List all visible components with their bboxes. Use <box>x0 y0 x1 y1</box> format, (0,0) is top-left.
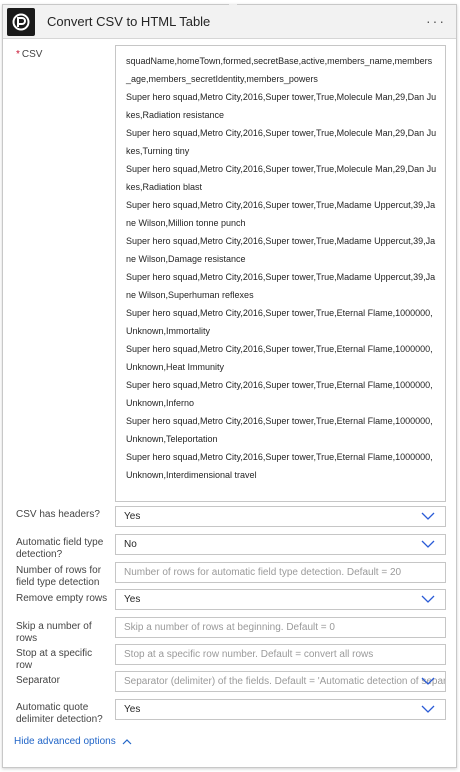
hide-advanced-options-label: Hide advanced options <box>14 736 116 747</box>
required-marker: * <box>16 49 20 60</box>
csv-line: Super hero squad,Metro City,2016,Super t… <box>126 128 437 156</box>
chevron-down-icon <box>421 705 435 713</box>
csv-line: Super hero squad,Metro City,2016,Super t… <box>126 272 436 300</box>
skip-rows-label: Skip a number of rows <box>16 621 92 644</box>
csv-input[interactable]: squadName,homeTown,formed,secretBase,act… <box>115 45 446 502</box>
chevron-down-icon <box>421 540 435 548</box>
connector-logo-icon <box>7 7 35 36</box>
remove-empty-rows-select[interactable]: Yes <box>115 589 446 610</box>
stop-at-row-input[interactable]: Stop at a specific row number. Default =… <box>115 644 446 665</box>
csv-line: Super hero squad,Metro City,2016,Super t… <box>126 344 433 372</box>
rows-for-detection-input[interactable]: Number of rows for automatic field type … <box>115 562 446 583</box>
csv-line: squadName,homeTown,formed,secretBase,act… <box>126 56 433 84</box>
csv-line: Super hero squad,Metro City,2016,Super t… <box>126 308 433 336</box>
chevron-down-icon <box>421 677 435 685</box>
chevron-down-icon <box>421 595 435 603</box>
csv-line: Super hero squad,Metro City,2016,Super t… <box>126 200 436 228</box>
stop-at-row-label: Stop at a specific row <box>16 648 93 671</box>
csv-label: * CSV <box>16 49 111 61</box>
csv-line: Super hero squad,Metro City,2016,Super t… <box>126 380 433 408</box>
csv-has-headers-value: Yes <box>124 511 141 522</box>
csv-line: Super hero squad,Metro City,2016,Super t… <box>126 236 436 264</box>
action-title: Convert CSV to HTML Table <box>47 14 211 29</box>
auto-quote-value: Yes <box>124 704 141 715</box>
separator-placeholder: Separator (delimiter) of the fields. Def… <box>124 676 446 687</box>
card-header[interactable]: Convert CSV to HTML Table ··· <box>3 5 456 39</box>
hide-advanced-options-link[interactable]: Hide advanced options <box>14 736 132 747</box>
auto-field-type-value: No <box>124 539 137 550</box>
chevron-up-icon <box>122 738 132 744</box>
action-card: Convert CSV to HTML Table ··· * CSV squad… <box>2 4 457 768</box>
separator-select[interactable]: Separator (delimiter) of the fields. Def… <box>115 671 446 692</box>
remove-empty-rows-value: Yes <box>124 594 141 605</box>
csv-line: Super hero squad,Metro City,2016,Super t… <box>126 416 433 444</box>
csv-line: Super hero squad,Metro City,2016,Super t… <box>126 452 433 480</box>
csv-line: Super hero squad,Metro City,2016,Super t… <box>126 92 437 120</box>
csv-has-headers-label: CSV has headers? <box>16 509 100 520</box>
auto-field-type-select[interactable]: No <box>115 534 446 555</box>
auto-quote-select[interactable]: Yes <box>115 699 446 720</box>
rows-for-detection-label: Number of rows for field type detection <box>16 565 102 588</box>
skip-rows-input[interactable]: Skip a number of rows at beginning. Defa… <box>115 617 446 638</box>
csv-line: Super hero squad,Metro City,2016,Super t… <box>126 164 437 192</box>
csv-has-headers-select[interactable]: Yes <box>115 506 446 527</box>
auto-field-type-label: Automatic field type detection? <box>16 537 104 560</box>
chevron-down-icon <box>421 512 435 520</box>
separator-label: Separator <box>16 675 60 686</box>
remove-empty-rows-label: Remove empty rows <box>16 593 108 604</box>
more-options-icon[interactable]: ··· <box>426 14 446 28</box>
auto-quote-label: Automatic quote delimiter detection? <box>16 702 103 725</box>
csv-label-text: CSV <box>21 49 43 60</box>
